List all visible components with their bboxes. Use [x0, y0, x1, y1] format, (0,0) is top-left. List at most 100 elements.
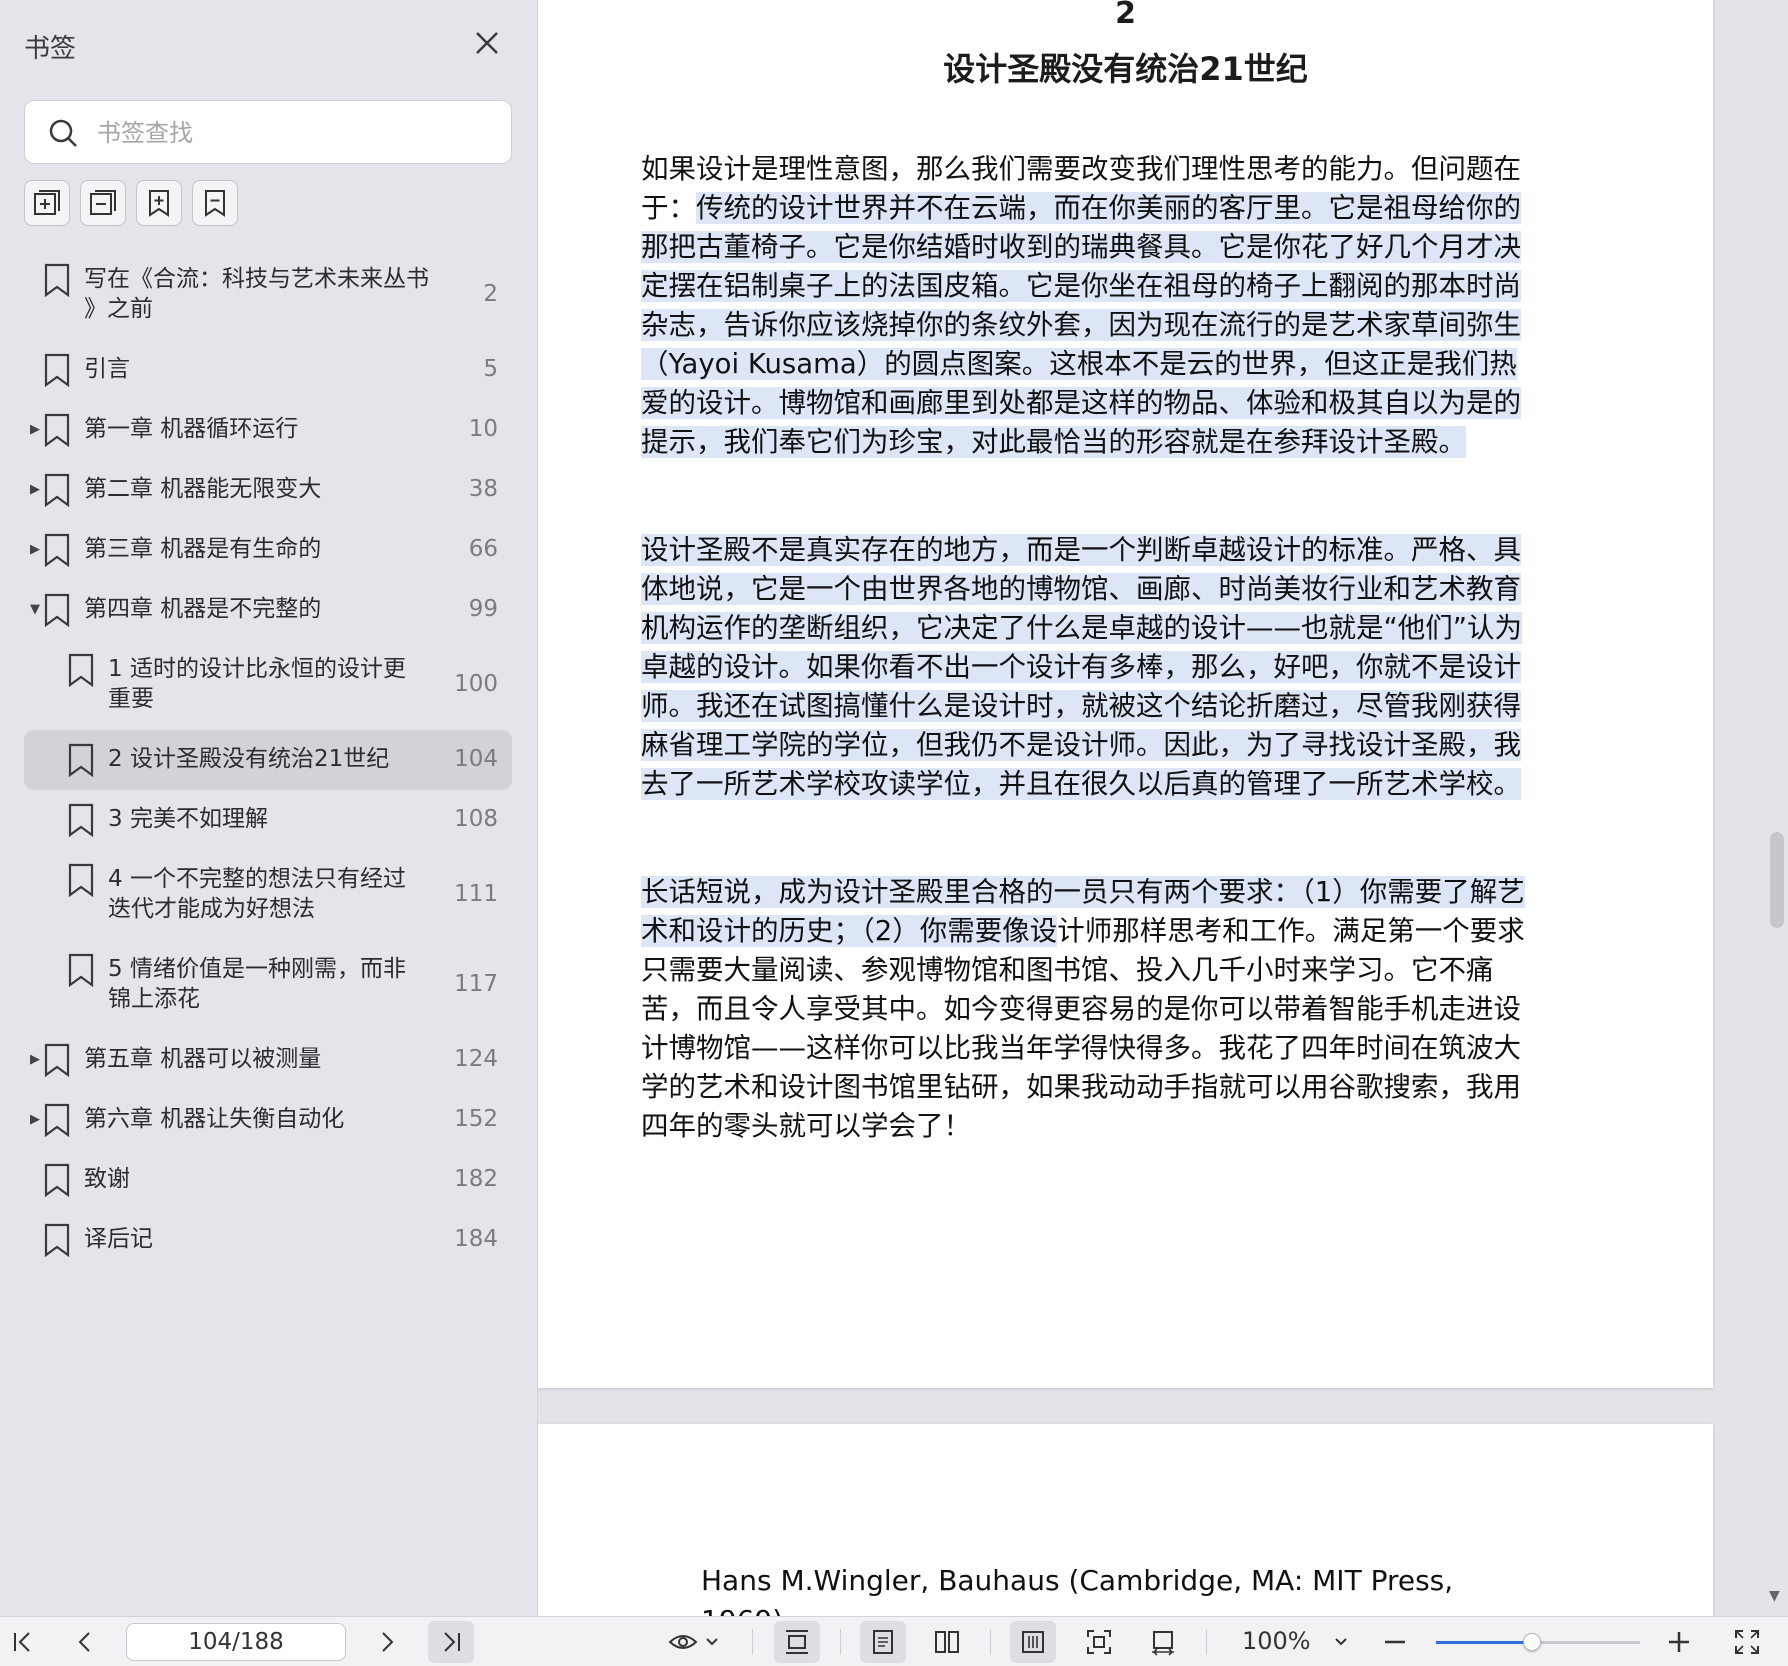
fullscreen-icon[interactable] [1730, 1625, 1764, 1659]
bookmark-icon [42, 263, 72, 298]
bookmark-page-number: 99 [468, 596, 498, 622]
bookmark-page-number: 2 [483, 281, 498, 307]
search-icon [47, 117, 79, 149]
bookmark-label: 译后记 [84, 1226, 153, 1252]
chapter-title: 设计圣殿没有统治21世纪 [943, 50, 1308, 88]
bookmark-label-cont: 》之前 [84, 296, 153, 322]
view-mode-eye-icon[interactable] [666, 1625, 726, 1659]
bookmark-item[interactable]: 2 设计圣殿没有统治21世纪 104 [24, 730, 512, 790]
bookmark-sidebar: 书签 写在《合流：科技与艺术未来丛书》之前2引言5▶第一章 机器循环运行10▶第… [0, 0, 538, 1616]
bookmark-item[interactable]: 引言 5 [24, 340, 512, 400]
bookmark-page-number: 182 [454, 1166, 498, 1192]
highlighted-text[interactable]: 设计圣殿不是真实存在的地方，而是一个判断卓越设计的标准。严格、具体地说，它是一个… [641, 534, 1522, 800]
expand-all-icon[interactable] [24, 180, 70, 226]
bookmark-label: 致谢 [84, 1166, 130, 1192]
collapse-all-icon[interactable] [80, 180, 126, 226]
bookmark-remove-icon[interactable] [192, 180, 238, 226]
scrollbar-thumb[interactable] [1770, 832, 1784, 928]
scroll-down-icon[interactable]: ▼ [1769, 1588, 1780, 1604]
bookmark-item[interactable]: 4 一个不完整的想法只有经过 迭代才能成为好想法 111 [24, 850, 512, 940]
bookmark-page-number: 124 [454, 1046, 498, 1072]
footnote-text: Hans M.Wingler, Bauhaus (Cambridge, MA: … [701, 1564, 1454, 1597]
bookmark-icon [42, 1223, 72, 1258]
bottom-toolbar: 100% [0, 1616, 1788, 1666]
bookmark-icon [42, 473, 72, 508]
bookmark-label: 2 设计圣殿没有统治21世纪 [108, 746, 390, 772]
bookmark-item[interactable]: 致谢 182 [24, 1150, 512, 1210]
footnote-text-cont: 1969). [701, 1604, 792, 1616]
bookmark-icon [66, 953, 96, 988]
zoom-dropdown-icon[interactable] [1324, 1625, 1358, 1659]
bookmark-page-number: 38 [468, 476, 498, 502]
bookmark-label: 5 情绪价值是一种刚需，而非 [108, 956, 406, 982]
fit-page-icon[interactable] [1082, 1625, 1116, 1659]
bookmark-icon [42, 413, 72, 448]
bookmark-search-box[interactable] [24, 100, 512, 164]
bookmark-icon [66, 863, 96, 898]
bookmark-label: 第五章 机器可以被测量 [84, 1046, 322, 1072]
next-page-icon[interactable] [370, 1625, 404, 1659]
bookmark-icon [42, 1043, 72, 1078]
previous-page-icon[interactable] [68, 1625, 102, 1659]
bookmark-label: 第六章 机器让失衡自动化 [84, 1106, 345, 1132]
bookmark-label: 第三章 机器是有生命的 [84, 536, 322, 562]
bookmark-icon [66, 743, 96, 778]
bookmark-item[interactable]: 5 情绪价值是一种刚需，而非 锦上添花 117 [24, 940, 512, 1030]
zoom-slider-handle[interactable] [1522, 1633, 1541, 1651]
single-page-icon[interactable] [860, 1621, 906, 1663]
vertical-scrollbar[interactable]: ▼ [1766, 0, 1788, 1616]
bookmark-page-number: 100 [454, 671, 498, 697]
zoom-in-icon[interactable] [1662, 1625, 1696, 1659]
bookmark-item[interactable]: 写在《合流：科技与艺术未来丛书 》之前 2 [24, 250, 512, 340]
bookmark-label-cont: 锦上添花 [108, 986, 200, 1012]
two-page-icon[interactable] [930, 1625, 964, 1659]
paragraph[interactable]: 设计圣殿不是真实存在的地方，而是一个判断卓越设计的标准。严格、具体地说，它是一个… [641, 531, 1543, 804]
close-icon[interactable] [470, 26, 504, 60]
bookmark-icon [42, 533, 72, 568]
zoom-slider[interactable] [1436, 1633, 1640, 1651]
bookmark-item[interactable]: ▶ 第五章 机器可以被测量 124 [24, 1030, 512, 1090]
highlighted-text[interactable]: 传统的设计世界并不在云端，而在你美丽的客厅里。它是祖母给你的那把古董椅子。它是你… [641, 192, 1521, 458]
document-page: 2 设计圣殿没有统治21世纪 如果设计是理性意图，那么我们需要改变我们理性思考的… [538, 0, 1713, 1388]
bookmark-page-number: 5 [483, 356, 498, 382]
document-page-next: Hans M.Wingler, Bauhaus (Cambridge, MA: … [538, 1424, 1713, 1616]
bookmark-item[interactable]: ▶ 第一章 机器循环运行 10 [24, 400, 512, 460]
bookmark-label: 4 一个不完整的想法只有经过 [108, 866, 406, 892]
bookmark-icon [66, 803, 96, 838]
first-page-icon[interactable] [6, 1625, 40, 1659]
paragraph[interactable]: 长话短说，成为设计圣殿里合格的一员只有两个要求：（1）你需要了解艺术和设计的历史… [641, 873, 1543, 1146]
bookmark-item[interactable]: 3 完美不如理解 108 [24, 790, 512, 850]
add-bookmark-icon[interactable] [136, 180, 182, 226]
document-viewport[interactable]: 2 设计圣殿没有统治21世纪 如果设计是理性意图，那么我们需要改变我们理性思考的… [538, 0, 1788, 1616]
rotate-page-icon[interactable] [1146, 1625, 1180, 1659]
bookmark-page-number: 104 [454, 746, 498, 772]
bookmark-item[interactable]: ▶ 第六章 机器让失衡自动化 152 [24, 1090, 512, 1150]
bookmark-label-cont: 迭代才能成为好想法 [108, 896, 315, 922]
bookmark-icon [66, 653, 96, 688]
bookmark-item[interactable]: 1 适时的设计比永恒的设计更 重要 100 [24, 640, 512, 730]
bookmark-label: 第四章 机器是不完整的 [84, 596, 322, 622]
bookmark-item[interactable]: ▼ 第四章 机器是不完整的 99 [24, 580, 512, 640]
bookmark-label: 第一章 机器循环运行 [84, 416, 299, 442]
bookmark-search-input[interactable] [97, 113, 487, 153]
bookmark-icon [42, 1163, 72, 1198]
zoom-level[interactable]: 100% [1242, 1627, 1311, 1655]
continuous-scroll-icon[interactable] [1010, 1621, 1056, 1663]
bookmark-page-number: 66 [468, 536, 498, 562]
page-number-input[interactable] [126, 1623, 346, 1661]
bookmark-page-number: 111 [454, 881, 498, 907]
bookmark-item[interactable]: ▶ 第二章 机器能无限变大 38 [24, 460, 512, 520]
bookmark-label: 引言 [84, 356, 130, 382]
bookmark-label: 1 适时的设计比永恒的设计更 [108, 656, 406, 682]
zoom-out-icon[interactable] [1378, 1625, 1412, 1659]
bookmark-icon [42, 1103, 72, 1138]
last-page-icon[interactable] [428, 1621, 474, 1663]
paragraph[interactable]: 如果设计是理性意图，那么我们需要改变我们理性思考的能力。但问题在于：传统的设计世… [641, 150, 1543, 462]
bookmark-item[interactable]: 译后记 184 [24, 1210, 512, 1270]
bookmark-page-number: 117 [454, 971, 498, 997]
bookmark-item[interactable]: ▶ 第三章 机器是有生命的 66 [24, 520, 512, 580]
bookmark-page-number: 152 [454, 1106, 498, 1132]
bookmark-label: 3 完美不如理解 [108, 806, 268, 832]
fit-width-icon[interactable] [774, 1621, 820, 1663]
bookmark-page-number: 108 [454, 806, 498, 832]
